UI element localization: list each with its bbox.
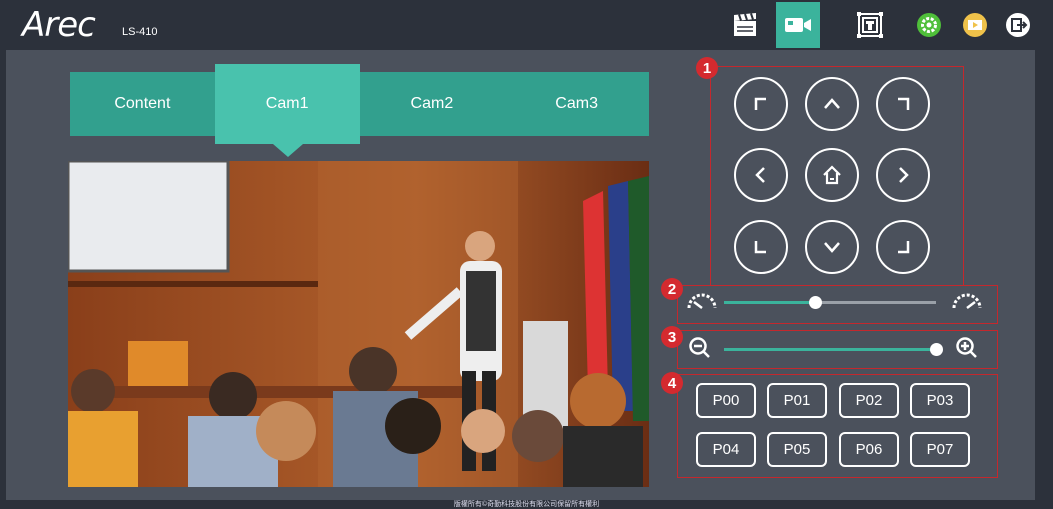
camera-button[interactable] <box>776 2 820 48</box>
ptz-right-button[interactable] <box>876 148 930 202</box>
ptz-home-button[interactable] <box>805 148 859 202</box>
layout-icon <box>857 12 883 38</box>
camera-icon <box>785 18 811 32</box>
tab-cam3[interactable]: Cam3 <box>504 72 649 136</box>
tab-label: Cam2 <box>410 95 454 112</box>
preset-button-p04[interactable]: P04 <box>696 432 756 467</box>
preset-button-p05[interactable]: P05 <box>767 432 827 467</box>
preset-button-p06[interactable]: P06 <box>839 432 899 467</box>
ptz-down-left-button[interactable] <box>734 220 788 274</box>
corner-down-right-icon <box>898 241 910 254</box>
section-badge-4: 4 <box>661 372 683 394</box>
speed-fast-icon <box>952 293 982 309</box>
speed-slow-icon <box>687 293 717 309</box>
camera-preview <box>68 161 649 487</box>
zoom-slider-knob[interactable] <box>930 343 943 356</box>
speed-slider-fill <box>724 301 816 304</box>
camera-tabs: Content Cam1 Cam2 Cam3 <box>70 64 649 144</box>
home-icon <box>823 165 841 185</box>
active-tab-pointer <box>273 144 303 157</box>
corner-up-left-icon <box>754 97 766 110</box>
tab-cam2[interactable]: Cam2 <box>360 72 505 136</box>
logout-button[interactable] <box>996 2 1040 48</box>
tab-content[interactable]: Content <box>70 72 215 136</box>
chevron-right-icon <box>899 167 909 183</box>
speed-control-box <box>677 285 998 324</box>
preset-button-p00[interactable]: P00 <box>696 383 756 418</box>
brand-logo: Arec <box>22 5 96 45</box>
layout-button[interactable] <box>848 2 892 48</box>
tab-cam1[interactable]: Cam1 <box>214 64 360 144</box>
logout-icon <box>1006 13 1030 37</box>
zoom-out-icon[interactable] <box>688 336 712 360</box>
section-badge-3: 3 <box>661 326 683 348</box>
zoom-in-icon[interactable] <box>955 336 979 360</box>
chevron-up-icon <box>824 98 840 109</box>
top-bar: Arec LS-410 <box>0 0 1053 50</box>
chevron-left-icon <box>755 167 765 183</box>
corner-up-right-icon <box>898 97 910 110</box>
clapperboard-button[interactable] <box>723 2 767 48</box>
preset-button-p02[interactable]: P02 <box>839 383 899 418</box>
ptz-up-left-button[interactable] <box>734 77 788 131</box>
model-name: LS-410 <box>122 26 158 38</box>
clapperboard-icon <box>734 13 756 36</box>
ptz-up-button[interactable] <box>805 77 859 131</box>
settings-icon <box>917 13 941 37</box>
camera-preview-image <box>68 161 649 487</box>
preset-button-p07[interactable]: P07 <box>910 432 970 467</box>
media-icon <box>963 13 987 37</box>
ptz-left-button[interactable] <box>734 148 788 202</box>
preset-button-p03[interactable]: P03 <box>910 383 970 418</box>
tab-label: Cam3 <box>555 95 598 112</box>
preset-button-p01[interactable]: P01 <box>767 383 827 418</box>
zoom-slider-fill <box>724 348 936 351</box>
corner-down-left-icon <box>754 241 766 254</box>
chevron-down-icon <box>824 242 840 253</box>
ptz-down-right-button[interactable] <box>876 220 930 274</box>
settings-button[interactable] <box>907 2 951 48</box>
section-badge-2: 2 <box>661 278 683 300</box>
zoom-slider[interactable] <box>724 343 943 356</box>
media-button[interactable] <box>953 2 997 48</box>
tab-label: Content <box>114 95 171 112</box>
section-badge-1: 1 <box>696 57 718 79</box>
tab-label: Cam1 <box>265 95 309 112</box>
ptz-up-right-button[interactable] <box>876 77 930 131</box>
speed-slider[interactable] <box>724 296 936 309</box>
ptz-down-button[interactable] <box>805 220 859 274</box>
